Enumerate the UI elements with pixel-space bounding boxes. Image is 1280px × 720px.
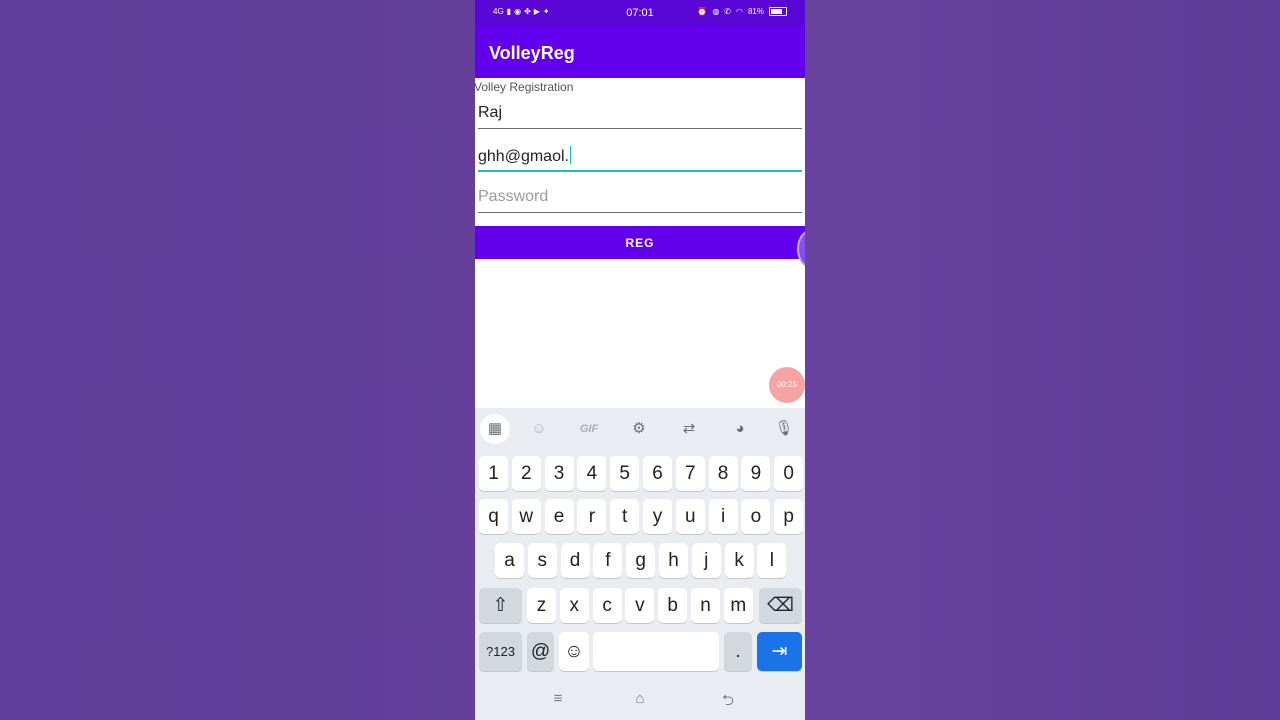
text-cursor xyxy=(569,146,572,164)
key-n[interactable]: n xyxy=(691,588,720,623)
sticker-icon[interactable]: ☺ xyxy=(524,414,554,444)
keyboard-toolbar: ▦ ☺ GIF ⚙ ⇄ ◕ 🎙 xyxy=(475,408,805,450)
key-2[interactable]: 2 xyxy=(511,456,541,491)
key-1[interactable]: 1 xyxy=(479,456,508,491)
name-field-value: Raj xyxy=(478,104,503,121)
email-field-content: ghh@gmaol. xyxy=(478,146,572,166)
key-o[interactable]: o xyxy=(741,499,771,534)
key-3[interactable]: 3 xyxy=(544,456,574,491)
key-a[interactable]: a xyxy=(495,543,524,578)
menu-nav-icon[interactable]: ≡ xyxy=(546,690,570,707)
navigation-bar: ≡ ⌂ ⮌ xyxy=(475,682,805,720)
symbols-key[interactable]: ?123 xyxy=(479,632,522,671)
key-u[interactable]: u xyxy=(675,499,705,534)
key-i[interactable]: i xyxy=(708,499,738,534)
key-y[interactable]: y xyxy=(643,499,672,534)
status-right-icons: ⏰ ◍ ✆ ◠ 81% xyxy=(697,7,787,16)
enter-key[interactable]: ⇥ xyxy=(757,632,802,671)
key-9[interactable]: 9 xyxy=(741,456,771,491)
phone-screen: 4G ▮ ◉ ✤ ▶ ✦ 07:01 ⏰ ◍ ✆ ◠ 81% VolleyReg… xyxy=(475,0,805,720)
key-h[interactable]: h xyxy=(659,543,688,578)
key-d[interactable]: d xyxy=(560,543,590,578)
key-p[interactable]: p xyxy=(774,499,804,534)
battery-percent: 81% xyxy=(747,7,764,16)
recording-timer[interactable]: 00:25 xyxy=(769,367,805,403)
wifi-icon: ◠ xyxy=(736,7,743,16)
email-field[interactable]: ghh@gmaol. xyxy=(478,142,802,172)
status-bar: 4G ▮ ◉ ✤ ▶ ✦ 07:01 ⏰ ◍ ✆ ◠ 81% xyxy=(475,0,805,26)
key-m[interactable]: m xyxy=(723,588,753,623)
gif-button[interactable]: GIF xyxy=(574,414,604,444)
key-c[interactable]: c xyxy=(592,588,622,623)
app-title: VolleyReg xyxy=(489,43,575,63)
key-s[interactable]: s xyxy=(527,543,557,578)
key-j[interactable]: j xyxy=(691,543,721,578)
name-field[interactable]: Raj xyxy=(478,100,802,129)
reg-button[interactable]: REG xyxy=(475,226,805,259)
key-g[interactable]: g xyxy=(626,543,656,578)
vpn-icon: ◍ xyxy=(712,7,720,16)
password-placeholder: Password xyxy=(478,188,549,205)
key-k[interactable]: k xyxy=(724,543,754,578)
call-icon: ✆ xyxy=(724,7,731,16)
key-b[interactable]: b xyxy=(658,588,688,623)
at-key[interactable]: @ xyxy=(527,632,554,671)
backspace-key[interactable]: ⌫ xyxy=(759,588,802,623)
palette-icon[interactable]: ◕ xyxy=(725,414,755,444)
key-0[interactable]: 0 xyxy=(774,456,804,491)
key-q[interactable]: q xyxy=(479,499,508,534)
key-t[interactable]: t xyxy=(610,499,640,534)
emoji-key[interactable]: ☺ xyxy=(559,632,589,671)
key-x[interactable]: x xyxy=(559,588,589,623)
period-key[interactable]: . xyxy=(724,632,752,671)
back-nav-icon[interactable]: ⮌ xyxy=(716,690,740,715)
gear-icon[interactable]: ⚙ xyxy=(624,414,654,444)
key-z[interactable]: z xyxy=(527,588,556,623)
battery-icon xyxy=(769,7,787,16)
app-bar: VolleyReg xyxy=(475,26,805,78)
key-l[interactable]: l xyxy=(757,543,787,578)
translate-icon[interactable]: ⇄ xyxy=(674,414,704,444)
home-nav-icon[interactable]: ⌂ xyxy=(628,690,652,707)
key-e[interactable]: e xyxy=(544,499,574,534)
key-v[interactable]: v xyxy=(625,588,655,623)
key-f[interactable]: f xyxy=(593,543,623,578)
keyboard: ▦ ☺ GIF ⚙ ⇄ ◕ 🎙 1234567890 qwertyuiop as… xyxy=(475,408,805,720)
alarm-icon: ⏰ xyxy=(697,7,708,16)
key-6[interactable]: 6 xyxy=(643,456,672,491)
key-8[interactable]: 8 xyxy=(708,456,738,491)
form-label: Volley Registration xyxy=(475,80,574,94)
mic-off-icon[interactable]: 🎙 xyxy=(769,414,799,444)
key-w[interactable]: w xyxy=(511,499,541,534)
key-4[interactable]: 4 xyxy=(577,456,607,491)
shift-key[interactable]: ⇧ xyxy=(479,588,522,623)
key-7[interactable]: 7 xyxy=(675,456,705,491)
grid-icon[interactable]: ▦ xyxy=(480,414,510,444)
space-key[interactable] xyxy=(593,632,719,671)
key-5[interactable]: 5 xyxy=(610,456,640,491)
key-r[interactable]: r xyxy=(577,499,607,534)
password-field[interactable]: Password xyxy=(478,184,802,213)
email-field-value: ghh@gmaol. xyxy=(478,148,569,165)
